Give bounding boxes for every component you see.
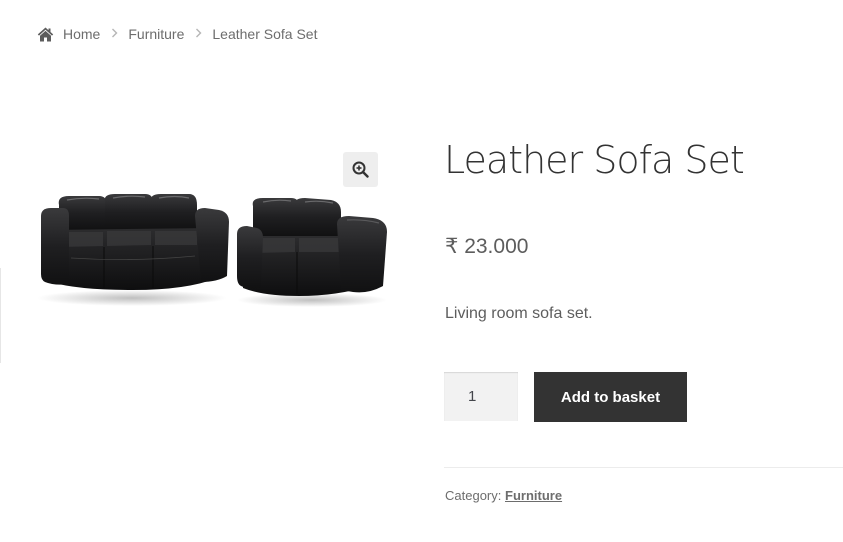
- home-icon[interactable]: [37, 27, 54, 42]
- add-to-basket-button[interactable]: Add to basket: [534, 372, 687, 422]
- quantity-input[interactable]: [444, 372, 518, 421]
- breadcrumb-furniture-link[interactable]: Furniture: [128, 26, 184, 42]
- breadcrumb-home-link[interactable]: Home: [63, 26, 100, 42]
- product-title: Leather Sofa Set: [444, 138, 745, 182]
- category-link[interactable]: Furniture: [505, 488, 562, 503]
- product-page: Home Furniture Leather Sofa Set Leather …: [0, 0, 843, 542]
- chevron-right-icon: [192, 27, 204, 41]
- breadcrumb-current: Leather Sofa Set: [212, 26, 318, 42]
- category-label: Category:: [445, 488, 502, 503]
- edge-divider: [0, 268, 1, 363]
- zoom-button[interactable]: [343, 152, 378, 187]
- zoom-in-icon: [352, 161, 369, 178]
- chevron-right-icon: [108, 27, 120, 41]
- divider: [444, 467, 843, 468]
- product-short-description: Living room sofa set.: [445, 305, 593, 322]
- breadcrumb: Home Furniture Leather Sofa Set: [37, 23, 317, 45]
- product-price: ₹ 23.000: [445, 235, 529, 258]
- product-meta: Category: Furniture: [445, 488, 562, 503]
- leather-sofa-set-image[interactable]: [37, 150, 387, 315]
